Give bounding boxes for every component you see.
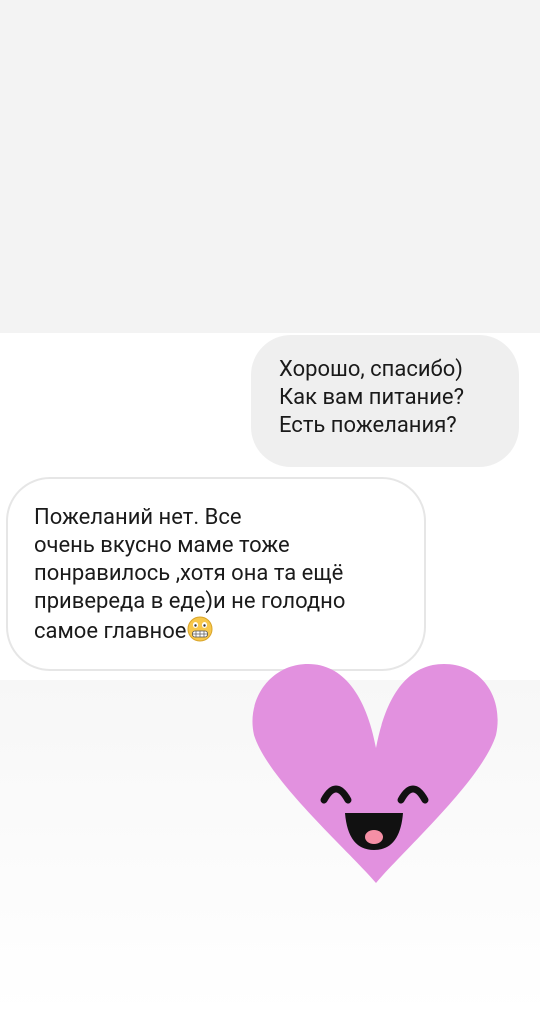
outgoing-message-bubble[interactable]: Хорошо, спасибо) Как вам питание? Есть п… <box>251 335 519 467</box>
top-blank-area <box>0 0 540 333</box>
heart-shape <box>252 664 498 883</box>
incoming-message-bubble[interactable]: Пожеланий нет. Все очень вкусно маме тож… <box>6 477 426 671</box>
grimacing-face-icon <box>187 616 213 642</box>
tongue <box>365 830 383 844</box>
outgoing-message-text: Хорошо, спасибо) Как вам питание? Есть п… <box>279 357 464 438</box>
smiling-heart-sticker[interactable] <box>248 660 508 890</box>
